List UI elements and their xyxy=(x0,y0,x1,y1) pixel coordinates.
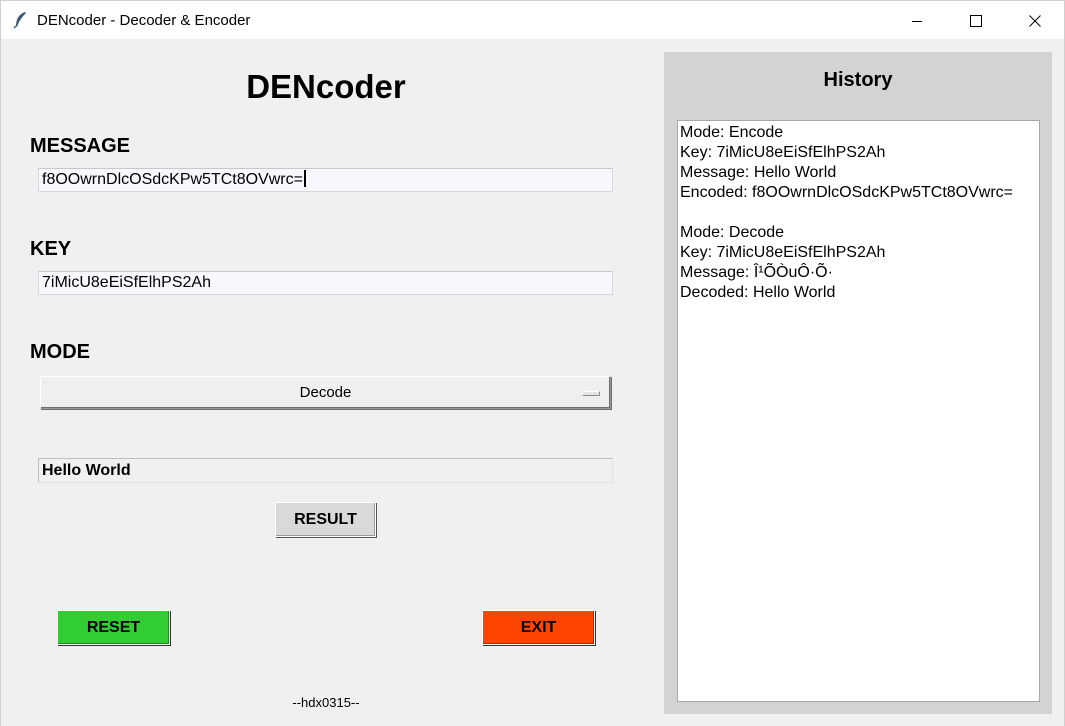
history-line: Encoded: f8OOwrnDlcOSdcKPw5TCt8OVwrc= xyxy=(680,184,1014,201)
minimize-button[interactable] xyxy=(888,1,946,40)
history-title: History xyxy=(823,69,893,91)
history-line: Message: Î¹ÕÒuÔ·Õ· xyxy=(680,264,833,281)
key-label: KEY xyxy=(30,238,72,260)
text-cursor xyxy=(303,170,306,187)
minimize-icon xyxy=(911,15,923,27)
footer-credit: --hdx0315-- xyxy=(292,695,360,710)
feather-icon xyxy=(13,11,29,29)
history-line: Decoded: Hello World xyxy=(680,284,836,301)
result-button[interactable]: RESULT xyxy=(275,502,376,537)
history-line: Key: 7iMicU8eEiSfElhPS2Ah xyxy=(680,244,886,261)
exit-button[interactable]: EXIT xyxy=(482,610,595,645)
mode-label: MODE xyxy=(30,341,90,363)
maximize-button[interactable] xyxy=(947,1,1005,40)
history-line: Key: 7iMicU8eEiSfElhPS2Ah xyxy=(680,144,886,161)
message-label: MESSAGE xyxy=(30,135,131,157)
reset-button[interactable]: RESET xyxy=(57,610,170,645)
history-line: Mode: Decode xyxy=(680,224,785,241)
mode-select[interactable]: Decode xyxy=(40,376,611,409)
maximize-icon xyxy=(970,14,982,27)
message-input-value: f8OOwrnDlcOSdcKPw5TCt8OVwrc= xyxy=(42,171,303,188)
history-line xyxy=(680,203,1039,223)
message-input[interactable]: f8OOwrnDlcOSdcKPw5TCt8OVwrc= xyxy=(38,168,613,192)
close-button[interactable] xyxy=(1006,1,1064,40)
key-input[interactable]: 7iMicU8eEiSfElhPS2Ah xyxy=(38,271,613,295)
history-panel: History Mode: Encode Key: 7iMicU8eEiSfEl… xyxy=(664,52,1052,714)
history-line: Message: Hello World xyxy=(680,164,837,181)
close-icon xyxy=(1029,14,1041,27)
app-heading: DENcoder xyxy=(246,68,406,105)
option-menu-indicator-icon xyxy=(582,391,600,396)
window-title: DENcoder - Decoder & Encoder xyxy=(37,12,251,29)
key-input-value: 7iMicU8eEiSfElhPS2Ah xyxy=(42,274,211,291)
mode-select-value: Decode xyxy=(299,384,352,401)
result-output: Hello World xyxy=(38,458,613,483)
history-line: Mode: Encode xyxy=(680,124,784,141)
history-text-area[interactable]: Mode: Encode Key: 7iMicU8eEiSfElhPS2Ah M… xyxy=(677,120,1040,702)
title-bar[interactable]: DENcoder - Decoder & Encoder xyxy=(0,0,1065,39)
